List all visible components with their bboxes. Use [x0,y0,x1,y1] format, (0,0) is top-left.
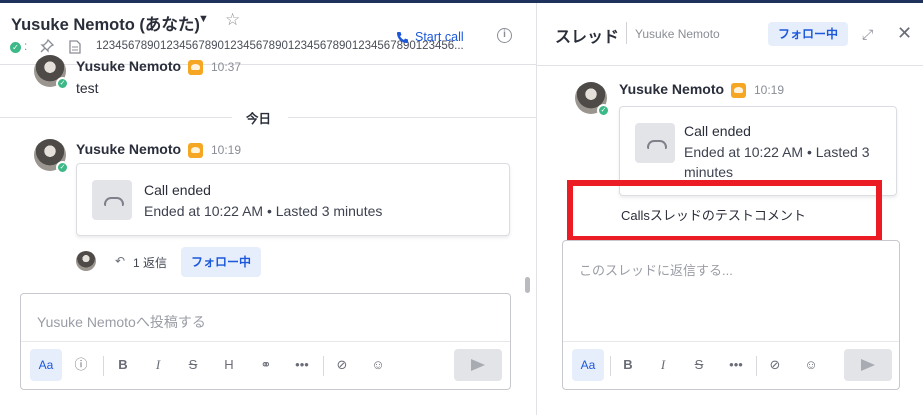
online-status-icon: ✓ [10,42,21,53]
more-formatting-icon[interactable]: ••• [723,352,749,378]
message-author[interactable]: Yusuke Nemoto [76,58,181,74]
thread-call-subtitle: Ended at 10:22 AM • Lasted 3 minutes [684,144,870,180]
thread-pane: スレッド Yusuke Nemoto フォロー中 ⤢ ✕ ✓ Yusuke Ne… [536,3,923,415]
channel-pane: Yusuke Nemoto (あなた) ▼ ☆ ✓ : 123456789012… [0,3,536,415]
start-call-button[interactable]: Start call [396,27,464,47]
strikethrough-icon[interactable]: S [180,352,206,378]
star-icon[interactable]: ☆ [225,11,240,28]
toolbar-divider [610,356,611,376]
phone-hangup-icon [92,180,132,220]
call-title: Call ended [144,182,211,198]
date-separator-label: 今日 [246,112,272,126]
message-author[interactable]: Yusuke Nemoto [76,141,181,157]
attachment-icon[interactable]: ⊘ [329,352,355,378]
custom-status-emoji-icon [188,143,203,158]
thread-reply-text: Callsスレッドのテストコメント [621,208,806,223]
thread-call-title: Call ended [684,123,751,139]
custom-status-emoji-icon [188,60,203,75]
heading-icon[interactable]: H [216,352,242,378]
message-text: test [76,80,99,96]
thread-reply-composer[interactable]: このスレッドに返信する... Aa B I S ••• ⊘ ☺ [562,240,900,390]
channel-header: Yusuke Nemoto (あなた) ▼ ☆ ✓ : 123456789012… [0,3,536,65]
participant-avatar[interactable] [76,251,96,271]
header-divider [626,22,627,44]
file-icon[interactable] [69,40,81,54]
thread-header: スレッド Yusuke Nemoto フォロー中 ⤢ ✕ [537,3,923,66]
online-status-icon: ✓ [56,77,69,90]
reply-count[interactable]: 1 返信 [133,254,167,271]
call-card: Call ended Ended at 10:22 AM • Lasted 3 … [76,163,510,236]
thread-channel-name[interactable]: Yusuke Nemoto [635,27,720,41]
chevron-down-icon[interactable]: ▼ [198,13,209,25]
phone-hangup-icon [635,123,675,163]
toolbar-divider [103,356,104,376]
expand-icon[interactable]: ⤢ [862,27,876,41]
send-button[interactable] [844,349,892,381]
thread-root-time[interactable]: 10:19 [754,83,784,97]
toolbar-divider [756,356,757,376]
info-icon[interactable]: i [497,28,512,43]
custom-status-emoji-icon [731,83,746,98]
link-icon[interactable]: ⚭ [253,352,279,378]
call-subtitle: Ended at 10:22 AM • Lasted 3 minutes [144,203,383,219]
avatar[interactable]: ✓ [34,55,69,90]
avatar[interactable]: ✓ [575,82,610,117]
format-toggle-button[interactable]: Aa [572,349,604,381]
strikethrough-icon[interactable]: S [686,352,712,378]
italic-icon[interactable]: I [145,352,171,378]
thread-title: スレッド [555,29,620,46]
formatting-toolbar: Aa ⓘ B I S H ⚭ ••• ⊘ ☺ [21,341,510,389]
thread-composer-placeholder[interactable]: このスレッドに返信する... [579,260,733,279]
online-status-icon: ✓ [56,161,69,174]
italic-icon[interactable]: I [650,352,676,378]
avatar[interactable]: ✓ [34,139,69,174]
channel-title[interactable]: Yusuke Nemoto (あなた) [11,11,200,35]
reply-arrow-icon: ↶ [115,254,126,268]
bold-icon[interactable]: B [615,352,641,378]
emoji-icon[interactable]: ☺ [365,352,391,378]
format-toggle-button[interactable]: Aa [30,349,62,381]
attachment-icon[interactable]: ⊘ [762,352,788,378]
toolbar-divider [323,356,324,376]
send-button[interactable] [454,349,502,381]
online-status-icon: ✓ [597,104,610,117]
more-formatting-icon[interactable]: ••• [289,352,315,378]
follow-button[interactable]: フォロー中 [181,247,261,277]
formatting-toolbar: Aa B I S ••• ⊘ ☺ [563,341,899,389]
message-time[interactable]: 10:19 [211,143,241,157]
status-separator: : [24,39,28,53]
message-composer[interactable]: Yusuke Nemotoへ投稿する Aa ⓘ B I S H ⚭ ••• ⊘ … [20,293,511,390]
message-time[interactable]: 10:37 [211,60,241,74]
priority-icon[interactable]: ⓘ [68,352,94,378]
bold-icon[interactable]: B [110,352,136,378]
composer-placeholder[interactable]: Yusuke Nemotoへ投稿する [37,312,206,332]
thread-root-author[interactable]: Yusuke Nemoto [619,81,724,97]
phone-icon [397,31,408,43]
scrollbar[interactable] [525,277,530,293]
pin-icon[interactable] [40,39,54,53]
emoji-icon[interactable]: ☺ [798,352,824,378]
thread-follow-button[interactable]: フォロー中 [768,22,848,46]
start-call-label: Start call [415,30,464,44]
date-separator: 今日 [0,107,536,127]
close-icon[interactable]: ✕ [897,24,912,42]
